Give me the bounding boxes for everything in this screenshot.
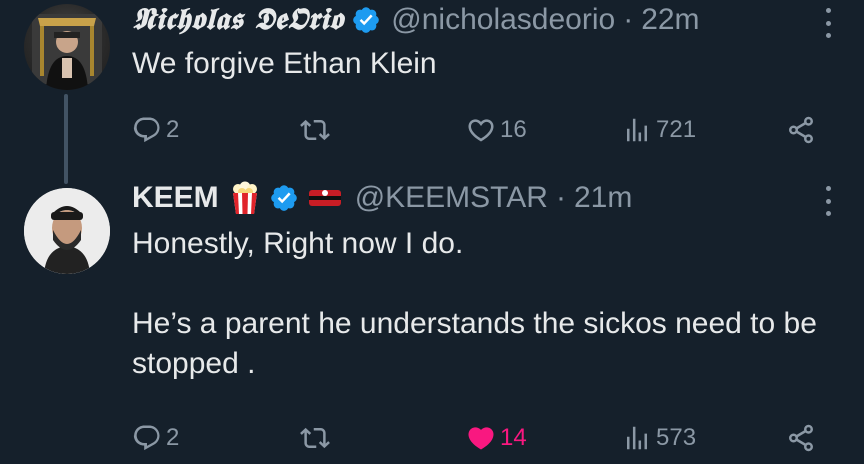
share-icon xyxy=(789,116,813,144)
tweet-nicholasdeorio[interactable]: 𝕹𝖎𝖈𝖍𝖔𝖑𝖆𝖘 𝕯𝖊𝕺𝖗𝖎𝖔 @nicholasdeorio · 22m We… xyxy=(0,0,864,184)
like-count: 14 xyxy=(500,424,527,451)
retweet-button[interactable] xyxy=(300,418,330,458)
display-name[interactable]: 𝕹𝖎𝖈𝖍𝖔𝖑𝖆𝖘 𝕯𝖊𝕺𝖗𝖎𝖔 xyxy=(132,2,343,38)
retweet-button[interactable] xyxy=(300,110,330,150)
timestamp[interactable]: 21m xyxy=(574,180,632,216)
more-icon[interactable] xyxy=(824,8,832,38)
more-icon[interactable] xyxy=(824,186,832,216)
retweet-icon xyxy=(300,119,330,141)
like-button[interactable]: 16 xyxy=(466,110,527,150)
avatar[interactable] xyxy=(24,188,110,274)
retweet-icon xyxy=(300,427,330,449)
tweet-actions: 2 16 721 xyxy=(132,110,822,150)
handle[interactable]: @nicholasdeorio xyxy=(391,2,615,38)
avatar[interactable] xyxy=(24,4,110,90)
separator-dot: · xyxy=(623,3,634,36)
reply-button[interactable]: 2 xyxy=(132,418,179,458)
heart-icon xyxy=(468,427,494,450)
affiliate-badge-icon xyxy=(305,184,345,212)
handle[interactable]: @KEEMSTAR xyxy=(355,180,548,216)
heart-icon xyxy=(468,119,494,142)
share-button[interactable] xyxy=(786,418,816,458)
tweet-keemstar[interactable]: KEEM @KEEMSTAR · 21m Honestly, Right now… xyxy=(0,178,864,464)
share-icon xyxy=(789,424,813,452)
share-button[interactable] xyxy=(786,110,816,150)
timestamp[interactable]: 22m xyxy=(641,2,699,38)
tweet-text: We forgive Ethan Klein xyxy=(132,47,437,80)
views-button[interactable]: 573 xyxy=(622,418,696,458)
reply-icon xyxy=(133,117,160,143)
tweet-actions: 2 14 573 xyxy=(132,418,822,458)
verified-badge-icon xyxy=(351,5,381,35)
display-name[interactable]: KEEM xyxy=(132,180,219,216)
like-button[interactable]: 14 xyxy=(466,418,527,458)
views-button[interactable]: 721 xyxy=(622,110,696,150)
reply-button[interactable]: 2 xyxy=(132,110,179,150)
thread-line xyxy=(64,94,68,184)
views-icon xyxy=(627,118,647,142)
views-icon xyxy=(627,426,647,450)
tweet-header: 𝕹𝖎𝖈𝖍𝖔𝖑𝖆𝖘 𝕯𝖊𝕺𝖗𝖎𝖔 @nicholasdeorio · 22m xyxy=(132,2,700,38)
reply-icon xyxy=(133,425,160,451)
like-count: 16 xyxy=(500,116,527,143)
tweet-header: KEEM @KEEMSTAR · 21m xyxy=(132,180,632,216)
tweet-text: Honestly, Right now I do. He’s a parent … xyxy=(132,227,817,380)
separator-dot: · xyxy=(555,181,566,214)
views-count: 573 xyxy=(656,424,697,451)
popcorn-icon xyxy=(229,181,261,215)
reply-count: 2 xyxy=(166,116,180,143)
verified-badge-icon xyxy=(269,183,299,213)
views-count: 721 xyxy=(656,116,697,143)
reply-count: 2 xyxy=(166,424,180,451)
